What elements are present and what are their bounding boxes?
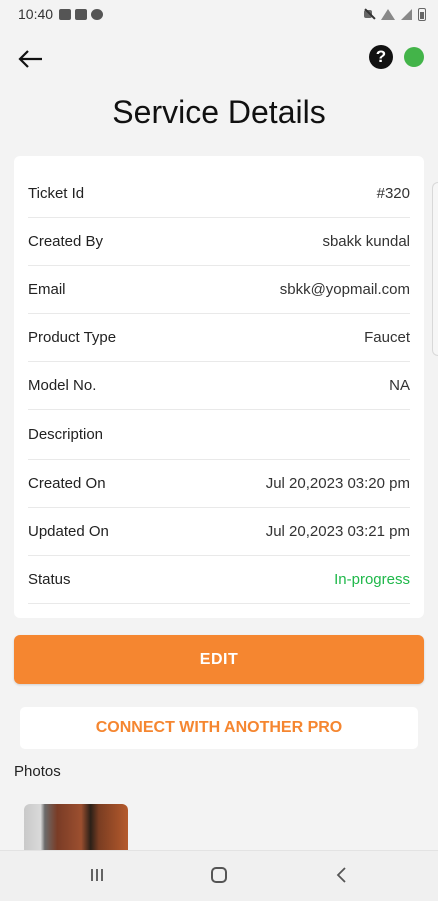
help-icon[interactable]: ? <box>369 45 393 69</box>
photo-thumbnail[interactable] <box>24 804 128 850</box>
signal-icon <box>401 8 412 20</box>
status-badge: In-progress <box>334 571 410 588</box>
detail-row-email: Email sbkk@yopmail.com <box>28 266 410 314</box>
detail-label: Description <box>28 426 104 443</box>
online-status-indicator <box>404 47 424 67</box>
detail-value: sbkk@yopmail.com <box>279 281 410 298</box>
service-details-card: Ticket Id #320 Created By sbakk kundal E… <box>14 156 424 618</box>
gallery-notification-icon <box>59 8 72 20</box>
account-notification-icon <box>91 8 104 20</box>
detail-label: Model No. <box>28 377 97 394</box>
detail-value: Faucet <box>364 329 410 346</box>
connect-with-another-pro-button[interactable]: CONNECT WITH ANOTHER PRO <box>20 707 418 749</box>
detail-label: Status <box>28 571 71 588</box>
detail-value: #320 <box>376 185 410 202</box>
detail-label: Created On <box>28 475 106 492</box>
detail-row-status: Status In-progress <box>28 556 410 604</box>
detail-value: NA <box>389 377 410 394</box>
side-scroll-handle[interactable] <box>432 182 438 356</box>
detail-row-updated-on: Updated On Jul 20,2023 03:21 pm <box>28 508 410 556</box>
edit-button[interactable]: EDIT <box>14 635 424 684</box>
detail-row-model-no: Model No. NA <box>28 362 410 410</box>
detail-value: Jul 20,2023 03:20 pm <box>265 475 410 492</box>
home-icon[interactable] <box>211 867 227 883</box>
detail-row-description: Description <box>28 410 410 460</box>
mute-icon <box>363 8 375 20</box>
status-time: 10:40 <box>18 6 54 22</box>
detail-value: Jul 20,2023 03:21 pm <box>265 523 410 540</box>
back-nav-icon[interactable] <box>334 866 350 884</box>
page-title: Service Details <box>112 94 326 130</box>
back-arrow-icon[interactable] <box>16 44 46 74</box>
detail-row-created-by: Created By sbakk kundal <box>28 218 410 266</box>
detail-row-product-type: Product Type Faucet <box>28 314 410 362</box>
detail-label: Created By <box>28 233 104 250</box>
battery-icon <box>418 7 426 21</box>
system-navigation-bar <box>0 850 438 901</box>
status-bar: 10:40 <box>0 0 438 28</box>
wifi-icon <box>381 8 395 20</box>
detail-row-ticket-id: Ticket Id #320 <box>28 170 410 218</box>
detail-label: Email <box>28 281 66 298</box>
detail-value: sbakk kundal <box>322 233 410 250</box>
detail-row-created-on: Created On Jul 20,2023 03:20 pm <box>28 460 410 508</box>
detail-label: Product Type <box>28 329 117 346</box>
photos-heading: Photos <box>14 763 61 780</box>
detail-label: Updated On <box>28 523 109 540</box>
recents-icon[interactable] <box>89 868 105 882</box>
mail-notification-icon <box>75 8 88 20</box>
detail-label: Ticket Id <box>28 185 85 202</box>
